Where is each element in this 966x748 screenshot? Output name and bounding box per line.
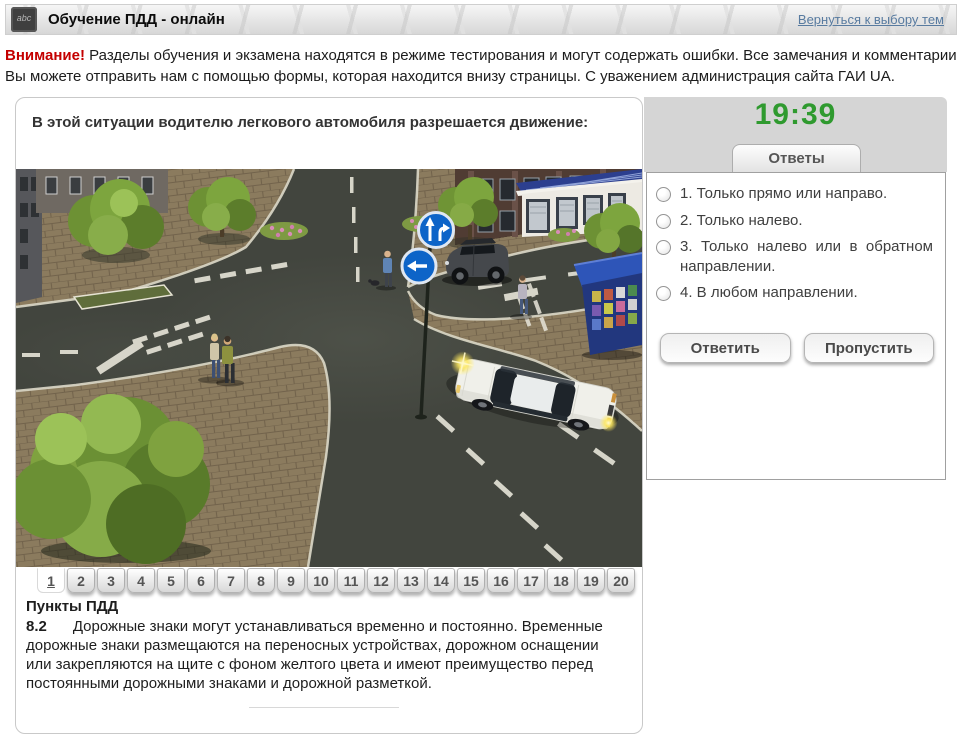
divider (249, 707, 399, 708)
warning-body: Разделы обучения и экзамена находятся в … (5, 47, 957, 85)
answer-buttons-row: Ответить Пропустить (660, 333, 934, 363)
page-tab-5[interactable]: 5 (157, 568, 185, 593)
question-pagination: 1 2 3 4 5 6 7 8 9 10 11 12 13 14 15 16 1… (37, 568, 635, 593)
answer-option-1[interactable]: 1. Только прямо или направо. (656, 184, 933, 204)
answer-button[interactable]: Ответить (660, 333, 791, 363)
page-tab-13[interactable]: 13 (397, 568, 425, 593)
answer-option-2[interactable]: 2. Только налево. (656, 211, 933, 231)
option-4-label: 4. В любом направлении. (680, 283, 858, 303)
answer-option-4[interactable]: 4. В любом направлении. (656, 283, 933, 303)
pdd-training-page: abc Обучение ПДД - онлайн Вернуться к вы… (0, 0, 966, 748)
page-tab-16[interactable]: 16 (487, 568, 515, 593)
traffic-scene-image (16, 169, 642, 567)
page-tab-9[interactable]: 9 (277, 568, 305, 593)
back-to-topics-link[interactable]: Вернуться к выбору тем (798, 5, 944, 34)
left-arrow-sign (402, 249, 436, 283)
rules-section: Пункты ПДД 8.2Дорожные знаки могут устан… (26, 598, 622, 708)
page-tab-14[interactable]: 14 (427, 568, 455, 593)
page-tab-17[interactable]: 17 (517, 568, 545, 593)
answer-option-3[interactable]: 3. Только налево или в обратном направле… (656, 237, 933, 276)
tab-answers[interactable]: Ответы (732, 144, 861, 172)
rules-title: Пункты ПДД (26, 598, 622, 615)
radio-option-4[interactable] (656, 286, 671, 301)
warning-text: Внимание! Разделы обучения и экзамена на… (5, 46, 957, 87)
page-tab-20[interactable]: 20 (607, 568, 635, 593)
page-tab-10[interactable]: 10 (307, 568, 335, 593)
radio-option-1[interactable] (656, 187, 671, 202)
page-tab-2[interactable]: 2 (67, 568, 95, 593)
option-1-label: 1. Только прямо или направо. (680, 184, 887, 204)
radio-option-2[interactable] (656, 214, 671, 229)
straight-or-right-sign (419, 213, 454, 248)
header-bar: abc Обучение ПДД - онлайн Вернуться к вы… (5, 4, 957, 35)
page-tab-18[interactable]: 18 (547, 568, 575, 593)
warning-label: Внимание! (5, 47, 85, 64)
page-tab-7[interactable]: 7 (217, 568, 245, 593)
rule-clause-number: 8.2 (26, 618, 47, 635)
page-title: Обучение ПДД - онлайн (48, 5, 225, 34)
page-tab-4[interactable]: 4 (127, 568, 155, 593)
page-tab-3[interactable]: 3 (97, 568, 125, 593)
answers-panel: 1. Только прямо или направо. 2. Только н… (646, 172, 946, 480)
page-tab-1[interactable]: 1 (37, 568, 65, 593)
option-3-label: 3. Только налево или в обратном направле… (680, 237, 933, 276)
options-list: 1. Только прямо или направо. 2. Только н… (647, 173, 945, 303)
page-tab-15[interactable]: 15 (457, 568, 485, 593)
page-tab-19[interactable]: 19 (577, 568, 605, 593)
page-tab-12[interactable]: 12 (367, 568, 395, 593)
page-tab-6[interactable]: 6 (187, 568, 215, 593)
page-tab-8[interactable]: 8 (247, 568, 275, 593)
page-tab-11[interactable]: 11 (337, 568, 365, 593)
skip-button[interactable]: Пропустить (804, 333, 935, 363)
chalkboard-icon: abc (11, 7, 37, 32)
radio-option-3[interactable] (656, 240, 671, 255)
countdown-timer: 19:39 (644, 98, 947, 132)
answers-header-panel: 19:39 Ответы (644, 97, 947, 172)
exam-card: В этой ситуации водителю легкового автом… (15, 97, 643, 734)
rule-text: Дорожные знаки могут устанавливаться вре… (26, 618, 603, 692)
question-text: В этой ситуации водителю легкового автом… (32, 114, 624, 131)
option-2-label: 2. Только налево. (680, 211, 803, 231)
